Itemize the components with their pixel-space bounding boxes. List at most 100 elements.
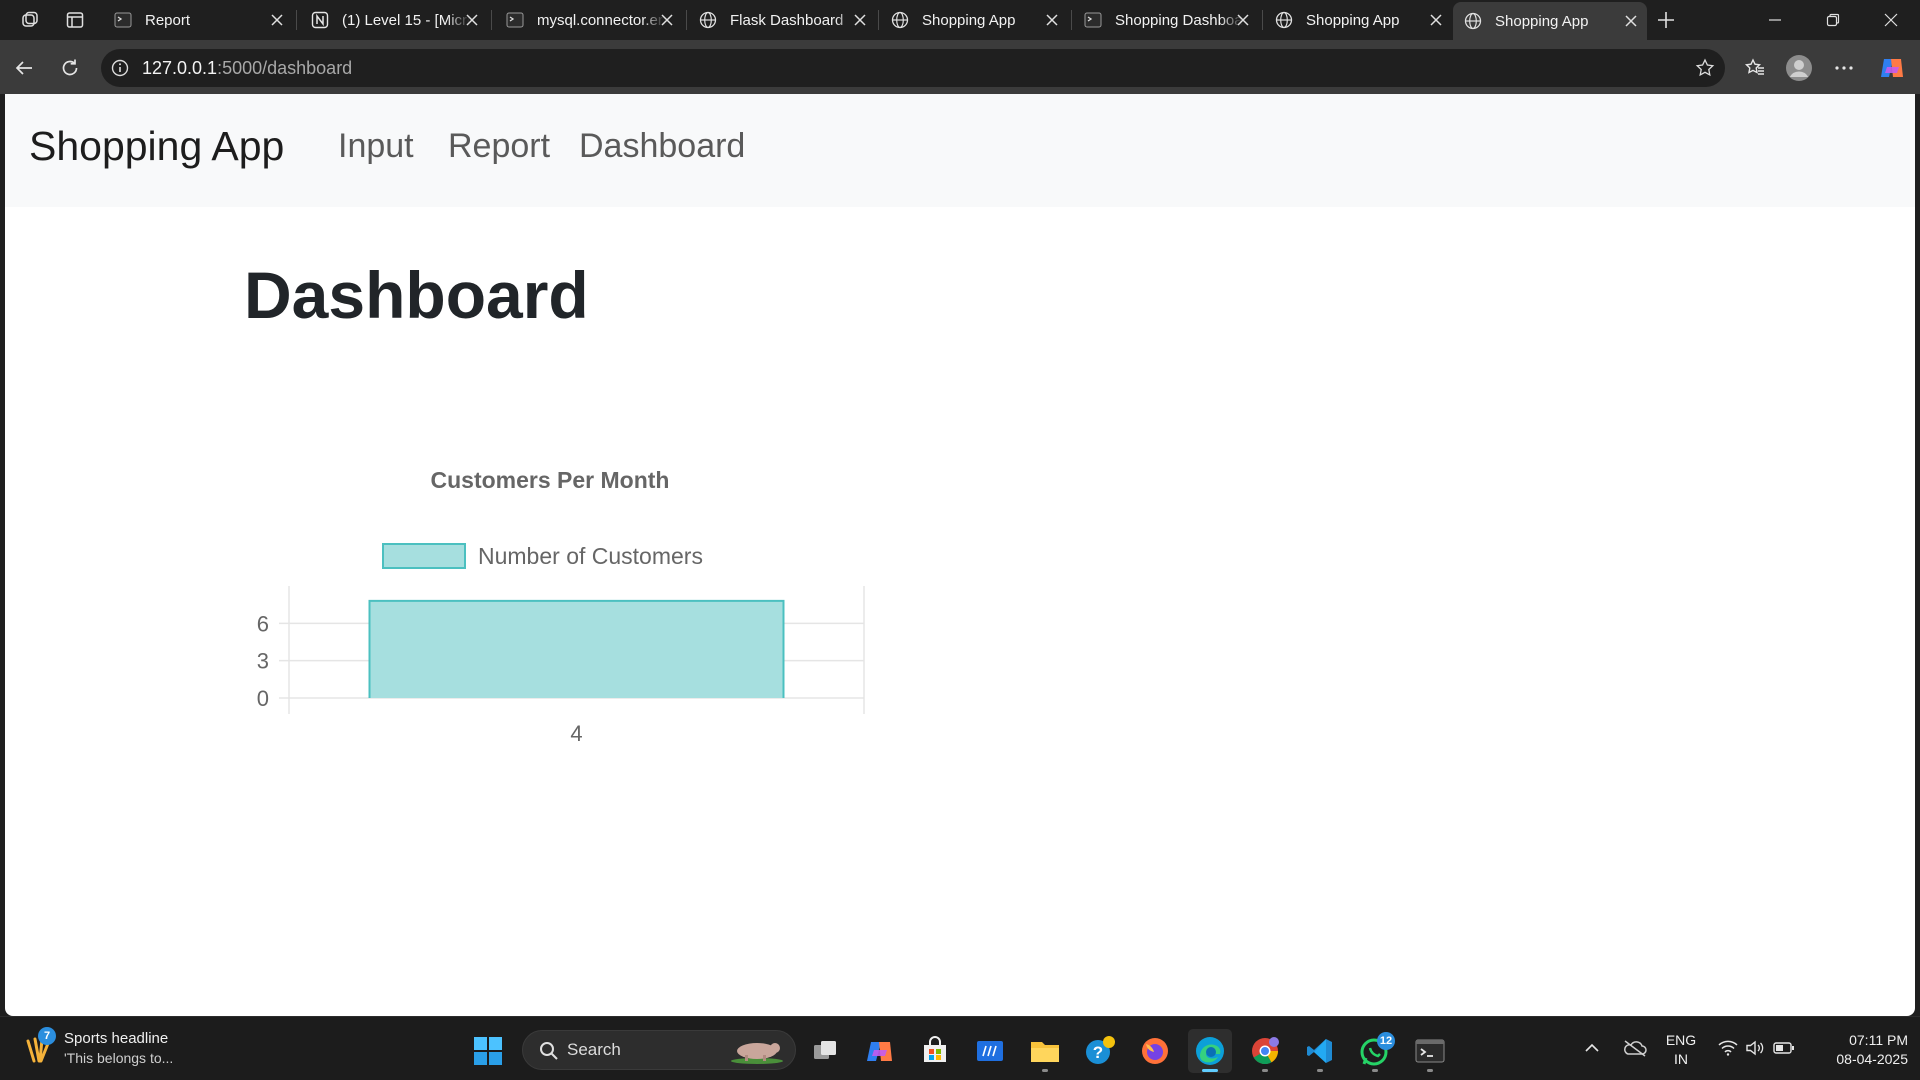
tab-label: mysql.connector.errors: [537, 11, 665, 29]
close-icon[interactable]: [657, 10, 677, 30]
onedrive-status[interactable]: [1618, 1017, 1652, 1079]
url-path: :5000/dashboard: [217, 58, 353, 78]
avatar-icon: [1786, 55, 1812, 81]
globe-icon: [698, 10, 718, 30]
tab-level-15[interactable]: (1) Level 15 - [Microsoft: [300, 4, 488, 36]
legend-label: Number of Customers: [478, 543, 703, 569]
tab-shopping-dashboard[interactable]: Shopping Dashboard: [1073, 4, 1259, 36]
close-icon[interactable]: [1426, 10, 1446, 30]
clock[interactable]: 07:11 PM 08-04-2025: [1812, 1031, 1908, 1069]
search-highlight-icon: [731, 1043, 783, 1064]
nav-link-input[interactable]: Input: [338, 129, 414, 163]
tab-mysql-connector[interactable]: mysql.connector.errors: [495, 4, 683, 36]
new-tab-button[interactable]: [1648, 4, 1684, 36]
minimize-button[interactable]: [1746, 0, 1804, 40]
vertical-tabs-icon: [66, 12, 84, 28]
url-text[interactable]: 127.0.0.1:5000/dashboard: [142, 49, 352, 87]
more-icon: [1835, 66, 1853, 70]
chrome-icon: [1252, 1037, 1279, 1065]
start-button[interactable]: [466, 1029, 510, 1073]
tab-label: Shopping App: [1306, 11, 1400, 29]
close-window-button[interactable]: [1862, 0, 1920, 40]
tab-flask-dashboard[interactable]: Flask Dashboard: [688, 4, 876, 36]
wifi-status[interactable]: [1714, 1017, 1742, 1079]
cloud-offline-icon: [1624, 1040, 1647, 1057]
terminal-icon: [1083, 10, 1103, 30]
close-icon[interactable]: [267, 10, 287, 30]
terminal-icon: [113, 10, 133, 30]
whatsapp-button[interactable]: 12: [1353, 1029, 1397, 1073]
page-viewport: Shopping App Input Report Dashboard Dash…: [5, 94, 1915, 1016]
task-view-button[interactable]: [803, 1029, 847, 1073]
taskbar-search[interactable]: Search: [522, 1030, 796, 1070]
microsoft-store-button[interactable]: [913, 1029, 957, 1073]
back-button[interactable]: [7, 51, 41, 85]
close-icon[interactable]: [850, 10, 870, 30]
hp-icon: [977, 1041, 1003, 1061]
close-icon[interactable]: [1233, 10, 1253, 30]
firefox-button[interactable]: [1133, 1029, 1177, 1073]
refresh-button[interactable]: [53, 51, 87, 85]
favorites-button[interactable]: [1738, 51, 1772, 85]
brand-link[interactable]: Shopping App: [29, 126, 284, 167]
vscode-icon: [1307, 1039, 1332, 1063]
star-icon[interactable]: [1695, 58, 1715, 78]
help-app-button[interactable]: ?: [1078, 1029, 1122, 1073]
vscode-button[interactable]: [1298, 1029, 1342, 1073]
y-tick-label: 6: [257, 611, 269, 636]
chrome-button[interactable]: [1243, 1029, 1287, 1073]
whatsapp-badge: 12: [1377, 1032, 1395, 1050]
volume-icon: [1746, 1040, 1764, 1056]
more-options-button[interactable]: [1827, 51, 1861, 85]
chart-title: Customers Per Month: [431, 467, 670, 493]
plus-icon: [1658, 12, 1674, 28]
tab-shopping-app-2[interactable]: Shopping App: [1264, 4, 1452, 36]
nav-link-dashboard[interactable]: Dashboard: [579, 129, 745, 163]
close-icon[interactable]: [1621, 11, 1641, 31]
close-icon[interactable]: [1042, 10, 1062, 30]
tab-report[interactable]: Report: [103, 4, 293, 36]
address-bar[interactable]: 127.0.0.1:5000/dashboard: [101, 49, 1725, 87]
page-title: Dashboard: [244, 258, 589, 332]
arrow-left-icon: [15, 61, 32, 75]
battery-status[interactable]: [1770, 1017, 1798, 1079]
input-language[interactable]: ENG IN: [1661, 1031, 1701, 1069]
restore-icon: [1826, 13, 1840, 27]
edge-icon: [1196, 1037, 1224, 1065]
profile-button[interactable]: [1782, 51, 1816, 85]
tab-label: (1) Level 15 - [Microsoft: [342, 11, 470, 29]
search-icon: [540, 1042, 558, 1060]
windows-taskbar: 7 Sports headline 'This belongs to... Se…: [0, 1016, 1920, 1080]
copilot-button[interactable]: [1875, 51, 1909, 85]
copilot-taskbar-button[interactable]: [858, 1029, 902, 1073]
file-explorer-button[interactable]: [1023, 1029, 1067, 1073]
tab-label: Shopping App: [1495, 12, 1589, 30]
help-icon: ?: [1086, 1036, 1115, 1064]
folder-icon: [1031, 1042, 1059, 1062]
task-view-icon: [814, 1041, 836, 1059]
app-navbar: Shopping App Input Report Dashboard: [5, 94, 1915, 207]
close-icon[interactable]: [462, 10, 482, 30]
nav-link-report[interactable]: Report: [448, 129, 550, 163]
terminal-icon: [1415, 1039, 1445, 1063]
news-subtitle: 'This belongs to...: [64, 1050, 174, 1066]
battery-icon: [1773, 1042, 1794, 1054]
chevron-up-icon: [1585, 1043, 1599, 1052]
customers-bar-chart: Customers Per Month Number of Customers …: [257, 467, 865, 746]
region-code: IN: [1674, 1051, 1688, 1067]
tab-shopping-app-1[interactable]: Shopping App: [880, 4, 1068, 36]
tab-shopping-app-active[interactable]: Shopping App: [1453, 2, 1647, 40]
show-hidden-icons-button[interactable]: [1578, 1017, 1606, 1079]
terminal-icon: [505, 10, 525, 30]
clock-time: 07:11 PM: [1849, 1032, 1908, 1048]
site-info-icon[interactable]: [111, 59, 129, 77]
tab-actions-button[interactable]: [57, 4, 93, 36]
restore-button[interactable]: [1804, 0, 1862, 40]
myhp-button[interactable]: [968, 1029, 1012, 1073]
volume-status[interactable]: [1742, 1017, 1768, 1079]
tab-label: Report: [145, 11, 191, 29]
workspaces-button[interactable]: [12, 4, 48, 36]
terminal-button[interactable]: [1408, 1029, 1452, 1073]
tab-label: Shopping App: [922, 11, 1016, 29]
edge-button[interactable]: [1188, 1029, 1232, 1073]
